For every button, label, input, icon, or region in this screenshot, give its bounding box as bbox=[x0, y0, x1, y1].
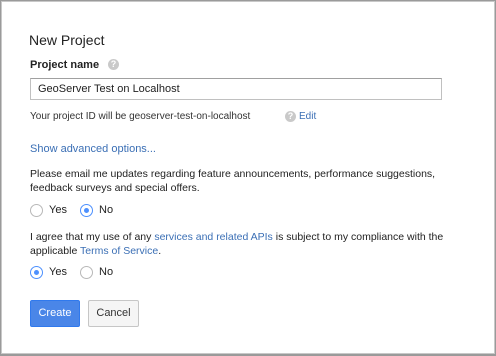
email-no-label[interactable]: No bbox=[99, 204, 113, 216]
terms-suffix: . bbox=[158, 244, 162, 257]
help-icon[interactable]: ? bbox=[108, 59, 119, 70]
dialog-title: New Project bbox=[29, 32, 105, 48]
new-project-dialog: New Project Project name ? Your project … bbox=[1, 1, 495, 354]
show-advanced-options-link[interactable]: Show advanced options... bbox=[30, 143, 156, 155]
edit-project-id-link[interactable]: Edit bbox=[299, 111, 316, 122]
help-icon[interactable]: ? bbox=[285, 111, 296, 122]
project-name-input[interactable] bbox=[30, 78, 442, 100]
project-id-text: Your project ID will be geoserver-test-o… bbox=[30, 111, 251, 122]
terms-prefix: I agree that my use of any bbox=[30, 231, 155, 243]
email-no-radio[interactable] bbox=[80, 204, 93, 217]
create-button[interactable]: Create bbox=[30, 300, 80, 327]
terms-of-service-link[interactable]: Terms of Service bbox=[80, 245, 158, 257]
email-yes-label[interactable]: Yes bbox=[49, 204, 67, 216]
email-updates-prompt: Please email me updates regarding featur… bbox=[30, 168, 436, 194]
terms-agreement-text: I agree that my use of any services and … bbox=[30, 231, 470, 258]
terms-yes-label[interactable]: Yes bbox=[49, 266, 67, 278]
email-yes-radio[interactable] bbox=[30, 204, 43, 217]
cancel-button[interactable]: Cancel bbox=[88, 300, 139, 327]
terms-yes-radio[interactable] bbox=[30, 266, 43, 279]
services-apis-link[interactable]: services and related APIs bbox=[154, 231, 272, 243]
project-name-label: Project name bbox=[30, 59, 100, 71]
terms-no-label[interactable]: No bbox=[99, 266, 113, 278]
terms-no-radio[interactable] bbox=[80, 266, 93, 279]
